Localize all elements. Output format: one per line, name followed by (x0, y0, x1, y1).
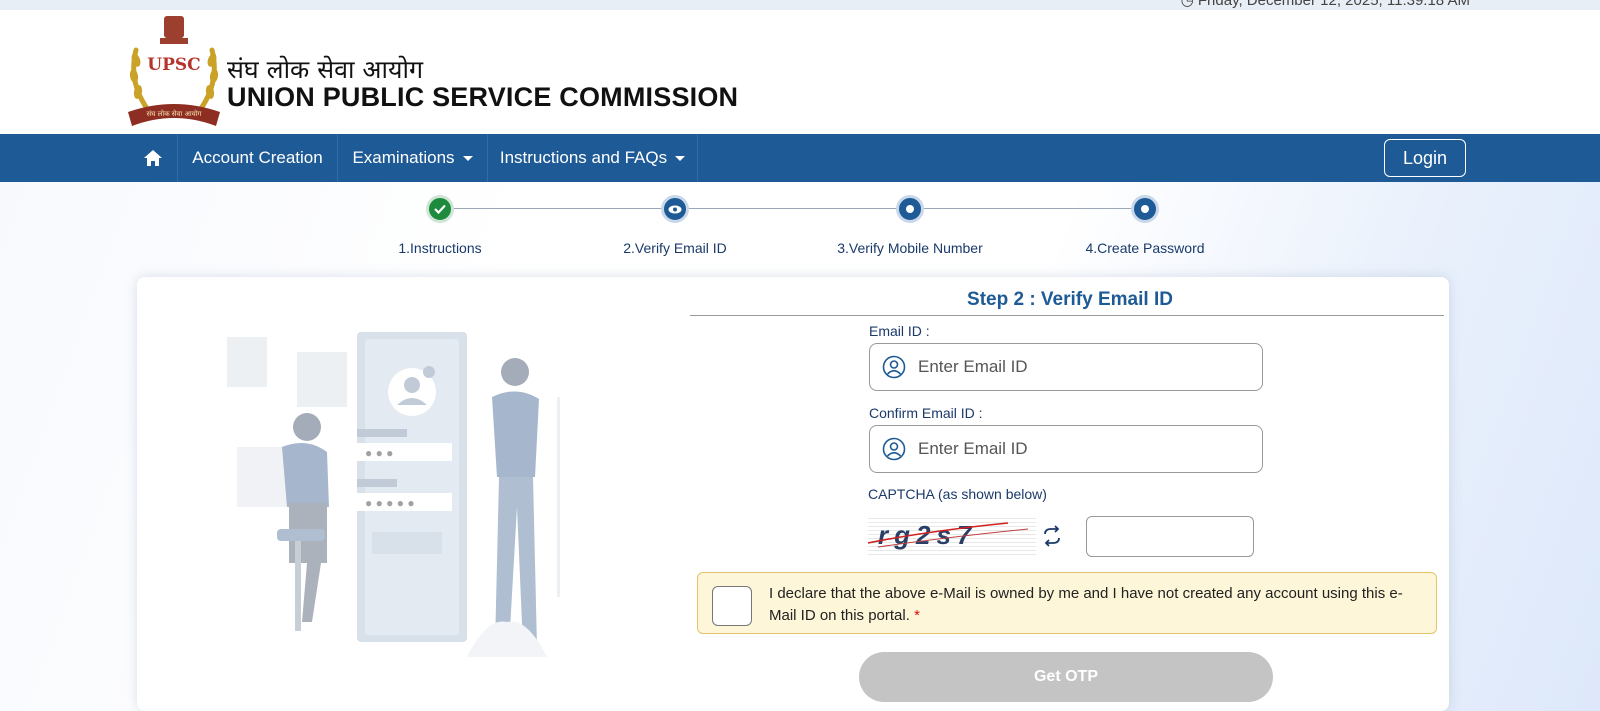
captcha-input[interactable] (1086, 516, 1254, 557)
chevron-down-icon (462, 155, 473, 161)
clock-icon: ◷ (1180, 0, 1194, 9)
step-dot-icon (1141, 205, 1149, 213)
captcha-label: CAPTCHA (as shown below) (868, 486, 1047, 502)
nav-home[interactable] (128, 134, 178, 182)
step-4-label: 4.Create Password (1085, 240, 1205, 256)
email-field[interactable] (869, 343, 1263, 391)
nav-instructions-faqs[interactable]: Instructions and FAQs (488, 134, 698, 182)
declaration-text: I declare that the above e-Mail is owned… (769, 585, 1403, 624)
confirm-email-label: Confirm Email ID : (869, 405, 983, 421)
site-header: UPSC संघ लोक सेवा आयोग संघ लोक सेवा आयोग… (0, 10, 1600, 134)
captcha-noise (868, 522, 1029, 548)
main-navbar: Account Creation Examinations Instructio… (0, 134, 1600, 182)
refresh-captcha-icon[interactable] (1041, 525, 1063, 547)
upsc-emblem-logo: UPSC संघ लोक सेवा आयोग (128, 16, 220, 126)
verify-email-card: ● ● ● ● ● ● ● ● Step 2 : Verify Email ID… (137, 277, 1449, 711)
email-label: Email ID : (869, 323, 930, 339)
title-divider (690, 315, 1444, 316)
captcha-image: rg2s7 (868, 517, 1036, 555)
nav-account-creation[interactable]: Account Creation (178, 134, 338, 182)
email-input[interactable] (918, 357, 1248, 377)
nav-examinations[interactable]: Examinations (338, 134, 488, 182)
svg-text:● ● ●: ● ● ● (365, 446, 393, 460)
step-3-indicator (896, 195, 924, 223)
eye-icon (668, 205, 682, 213)
check-icon (434, 204, 446, 214)
confirm-email-input[interactable] (918, 439, 1248, 459)
get-otp-button[interactable]: Get OTP (859, 652, 1273, 702)
step-4-indicator (1131, 195, 1159, 223)
svg-text:● ● ● ● ●: ● ● ● ● ● (365, 496, 415, 510)
step-1-indicator (426, 195, 454, 223)
top-strip: ◷ Friday, December 12, 2025, 11:39:18 AM (0, 0, 1600, 10)
user-icon (882, 355, 906, 379)
registration-illustration: ● ● ● ● ● ● ● ● (227, 332, 560, 657)
datetime-display: ◷ Friday, December 12, 2025, 11:39:18 AM (1181, 0, 1470, 9)
declaration-checkbox[interactable] (712, 586, 752, 626)
step-3-label: 3.Verify Mobile Number (837, 240, 983, 256)
user-icon (882, 437, 906, 461)
svg-text:UPSC: UPSC (147, 55, 200, 75)
step-1-label: 1.Instructions (398, 240, 482, 256)
step-2-indicator (661, 195, 689, 223)
login-button[interactable]: Login (1384, 139, 1466, 177)
step-dot-icon (906, 205, 914, 213)
step-title: Step 2 : Verify Email ID (967, 289, 1173, 310)
hindi-title: संघ लोक सेवा आयोग (227, 55, 424, 84)
svg-text:संघ लोक सेवा आयोग: संघ लोक सेवा आयोग (147, 109, 203, 118)
chevron-down-icon (675, 155, 686, 161)
home-icon (143, 150, 162, 166)
english-title: UNION PUBLIC SERVICE COMMISSION (227, 82, 739, 112)
required-mark: * (914, 607, 920, 624)
confirm-email-field[interactable] (869, 425, 1263, 473)
declaration-box: I declare that the above e-Mail is owned… (697, 572, 1437, 634)
step-2-label: 2.Verify Email ID (623, 240, 727, 256)
stepper-line (440, 208, 1145, 209)
